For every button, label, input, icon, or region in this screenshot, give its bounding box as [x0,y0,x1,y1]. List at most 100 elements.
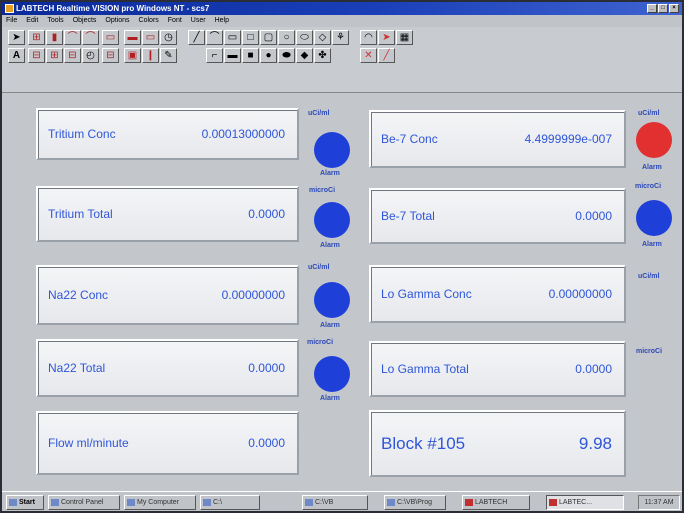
ellipse-tool-icon[interactable]: ⬭ [296,30,313,45]
fill-rect-tool-icon[interactable]: ▬ [224,48,241,63]
be7-conc-alarm-indicator [636,122,672,158]
menu-help[interactable]: Help [215,15,229,27]
gauge-tool-icon[interactable]: ◠ [360,30,377,45]
lo-gamma-conc-panel: Lo Gamma Conc 0.00000000 [369,265,626,323]
save-tool-icon[interactable]: ▣ [124,48,141,63]
fill-circle-tool-icon[interactable]: ● [260,48,277,63]
be7-total-unit: microCi [635,183,662,190]
menu-tools[interactable]: Tools [47,15,63,27]
lo-gamma-total-unit: microCi [636,348,663,355]
diagonal-tool-icon[interactable]: ╱ [378,48,395,63]
pointer-tool-icon[interactable]: ➤ [8,30,25,45]
lo-gamma-total-value: 0.0000 [575,362,612,376]
numeric-tool-icon[interactable]: ▬ [124,30,141,45]
window-controls: _ □ × [647,4,679,13]
app-icon [5,4,14,13]
tritium-total-value: 0.0000 [248,207,285,221]
flow-label: Flow ml/minute [48,436,129,450]
taskbar: Start Control Panel My Computer C:\ C:\V… [2,491,682,511]
na22-total-alarm-indicator [314,356,350,392]
polygon-tool-icon[interactable]: ◇ [314,30,331,45]
menu-font[interactable]: Font [168,15,182,27]
labtech-icon [549,499,557,506]
lo-gamma-conc-label: Lo Gamma Conc [381,287,472,301]
tritium-conc-panel: Tritium Conc 0.00013000000 [36,108,299,160]
folder-icon [203,499,211,506]
block-tool-icon[interactable]: ⊞ [28,30,45,45]
arrow-tool-icon[interactable]: ➤ [378,30,395,45]
na22-conc-alarm-label: Alarm [320,322,340,329]
flow-value: 0.0000 [248,436,285,450]
rounded-rect-tool-icon[interactable]: ▢ [260,30,277,45]
brush-tool-icon[interactable]: ✎ [160,48,177,63]
minimize-button[interactable]: _ [647,4,657,13]
tritium-total-alarm-label: Alarm [320,242,340,249]
line-tool-icon[interactable]: ╱ [188,30,205,45]
taskbar-item-c-drive[interactable]: C:\ [200,495,260,510]
taskbar-item-label: My Computer [137,499,180,506]
taskbar-item-labtech-active[interactable]: LABTEC... [546,495,624,510]
rect-tool-icon[interactable]: ▭ [224,30,241,45]
be7-total-value: 0.0000 [575,209,612,223]
flow-panel: Flow ml/minute 0.0000 [36,411,299,475]
tritium-total-panel: Tritium Total 0.0000 [36,186,299,242]
be7-conc-value: 4.4999999e-007 [524,132,612,146]
bar-tool-icon[interactable]: ▭ [142,30,159,45]
folder-icon [387,499,395,506]
meter-tool-icon[interactable]: ⌒ [82,30,99,45]
text-tool-icon[interactable]: A [8,48,25,63]
circle-tool-icon[interactable]: ○ [278,30,295,45]
button-tool-icon[interactable]: ⊟ [64,48,81,63]
switch-tool-icon[interactable]: ⊟ [28,48,45,63]
taskbar-item-c-vb-prog[interactable]: C:\VB\Prog [384,495,446,510]
taskbar-item-c-vb[interactable]: C:\VB [302,495,368,510]
folder-icon [51,499,59,506]
taskbar-item-label: C:\ [213,499,222,506]
maximize-button[interactable]: □ [658,4,668,13]
close-button[interactable]: × [669,4,679,13]
tritium-total-alarm-indicator [314,202,350,238]
lo-gamma-conc-value: 0.00000000 [548,287,612,301]
fan-tool-icon[interactable]: ✤ [314,48,331,63]
output-block-icon[interactable]: ⌒ [64,30,81,45]
menu-colors[interactable]: Colors [139,15,159,27]
input-block-icon[interactable]: ▮ [46,30,63,45]
fill-square-tool-icon[interactable]: ■ [242,48,259,63]
display-area: Tritium Conc 0.00013000000 uCi/ml Alarm … [2,93,682,491]
taskbar-item-my-computer[interactable]: My Computer [124,495,196,510]
taskbar-item-control-panel[interactable]: Control Panel [48,495,120,510]
na22-total-panel: Na22 Total 0.0000 [36,339,299,397]
bitmap-tool-icon[interactable]: ⚘ [332,30,349,45]
tritium-conc-alarm-label: Alarm [320,170,340,177]
start-button[interactable]: Start [6,495,44,510]
menu-edit[interactable]: Edit [26,15,38,27]
fill-ellipse-tool-icon[interactable]: ⬬ [278,48,295,63]
menu-file[interactable]: File [6,15,17,27]
fill-polygon-tool-icon[interactable]: ◆ [296,48,313,63]
folder-icon [305,499,313,506]
menu-objects[interactable]: Objects [73,15,97,27]
thermometer-tool-icon[interactable]: ❙ [142,48,159,63]
grid-tool-icon[interactable]: ▦ [396,30,413,45]
cross-tool-icon[interactable]: ✕ [360,48,377,63]
arc-tool-icon[interactable]: ⌒ [206,30,223,45]
na22-conc-value: 0.00000000 [221,288,285,302]
menu-user[interactable]: User [191,15,206,27]
na22-conc-alarm-indicator [314,282,350,318]
timer-tool-icon[interactable]: ◴ [82,48,99,63]
menu-options[interactable]: Options [105,15,129,27]
be7-total-alarm-label: Alarm [642,241,662,248]
be7-conc-alarm-label: Alarm [642,164,662,171]
lo-gamma-total-label: Lo Gamma Total [381,362,469,376]
be7-total-alarm-indicator [636,200,672,236]
step-line-tool-icon[interactable]: ⌐ [206,48,223,63]
chart-tool-icon[interactable]: ⊟ [102,48,119,63]
square-tool-icon[interactable]: □ [242,30,259,45]
clock-tool-icon[interactable]: ◷ [160,30,177,45]
display-tool-icon[interactable]: ▭ [102,30,119,45]
taskbar-item-label: C:\VB\Prog [397,499,433,506]
lo-gamma-total-panel: Lo Gamma Total 0.0000 [369,341,626,397]
slider-tool-icon[interactable]: ⊞ [46,48,63,63]
na22-total-unit: microCi [307,339,334,346]
taskbar-item-labtech[interactable]: LABTECH [462,495,530,510]
